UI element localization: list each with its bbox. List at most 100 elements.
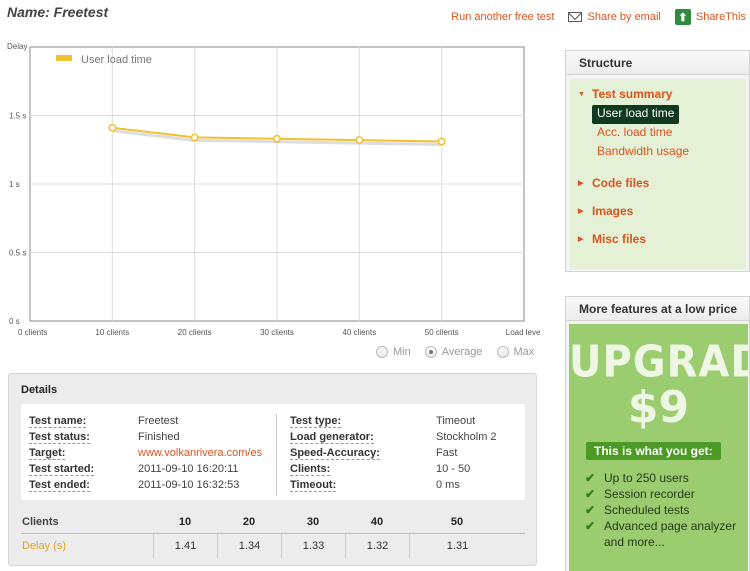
detail-row: Test name: Freetest: [29, 415, 178, 431]
option-max-label: Max: [513, 346, 535, 358]
details-panel: Details Test name: Freetest Test status: F…: [8, 373, 537, 566]
tree-node-label: Misc files: [592, 232, 647, 246]
data-point: [437, 137, 446, 146]
detail-label: Speed-Accuracy:: [290, 447, 380, 460]
legend-label: User load time: [81, 54, 152, 66]
detail-row: Test ended: 2011-09-10 16:32:53: [29, 479, 239, 495]
detail-row: Target: www.volkanrivera.com/es: [29, 447, 262, 463]
structure-panel: Structure ▼ Test summary User load time A…: [565, 50, 750, 272]
x-tick-label: 10 clients: [95, 328, 129, 337]
details-info: Test name: Freetest Test status: Finished …: [21, 404, 525, 500]
table-head-cell: 20: [242, 515, 256, 528]
data-point: [190, 133, 199, 142]
share-icon: ⬆: [674, 9, 691, 25]
feature-list: ✔ Up to 250 users ✔ Session recorder ✔ Sche…: [585, 470, 748, 550]
target-url-link[interactable]: www.volkanrivera.com/es: [138, 447, 264, 460]
detail-label: Test type:: [290, 415, 342, 428]
option-average-label: Average: [441, 346, 483, 358]
option-max[interactable]: Max: [496, 346, 535, 358]
detail-label: Test started:: [29, 463, 95, 476]
what-you-get-badge: This is what you get:: [586, 442, 721, 460]
table-head-label: Clients: [22, 515, 59, 528]
user-load-time-chart: 0 s 0.5 s 1 s 1.5 s Delay 0 clients 10 clients…: [0, 40, 540, 340]
detail-row: Speed-Accuracy: Fast: [290, 447, 457, 463]
table-head-cell: 40: [370, 515, 384, 528]
upgrade-panel-title: More features at a low price: [566, 297, 749, 321]
table-head-cell: 30: [306, 515, 320, 528]
table-cell: 1.41: [153, 534, 217, 558]
tree-leaf-user-load-time[interactable]: User load time: [592, 105, 680, 124]
tree-node-images[interactable]: ▶ Images: [578, 204, 746, 218]
option-average[interactable]: Average: [424, 346, 483, 358]
triangle-right-icon: ▶: [578, 236, 584, 243]
detail-row: Timeout: 0 ms: [290, 479, 460, 495]
table-header-row: Clients 10 20 30 40 50: [21, 510, 525, 534]
tree-node-code-files[interactable]: ▶ Code files: [578, 176, 746, 190]
triangle-right-icon: ▶: [578, 208, 584, 215]
detail-value: Freetest: [138, 415, 179, 427]
x-tick-label: Load level: [506, 328, 540, 337]
detail-row: Test started: 2011-09-10 16:20:11: [29, 463, 239, 479]
x-tick-label: 40 clients: [342, 328, 376, 337]
y-tick-label: 1 s: [9, 180, 20, 189]
data-point: [108, 123, 117, 132]
list-item: ✔ Advanced page analyzer: [585, 518, 748, 534]
details-heading: Details: [21, 384, 58, 396]
y-tick-label: 1.5 s: [9, 112, 26, 121]
details-left-list: Test name: Freetest Test status: Finished …: [29, 415, 262, 495]
detail-row: Clients: 10 - 50: [290, 463, 470, 479]
triangle-down-icon: ▼: [578, 90, 585, 98]
table-cell: 1.34: [217, 534, 281, 558]
triangle-right-icon: ▶: [578, 180, 584, 187]
radio-average[interactable]: [424, 346, 437, 358]
tree-leaf-acc-load-time[interactable]: Acc. load time: [592, 124, 677, 143]
option-min-label: Min: [393, 346, 411, 358]
list-item: ✔ Up to 250 users: [585, 470, 748, 486]
legend-swatch: [56, 55, 72, 61]
list-item: ✔ Scheduled tests: [585, 502, 748, 518]
tree-node-misc-files[interactable]: ▶ Misc files: [578, 232, 746, 246]
structure-title: Structure: [566, 51, 749, 75]
x-tick-label: 0 clients: [18, 328, 47, 337]
data-point: [273, 134, 281, 143]
tree-node-test-summary[interactable]: ▼ Test summary: [578, 87, 746, 101]
table-row: Delay (s) 1.41 1.34 1.33 1.32 1.31: [21, 534, 525, 558]
share-by-email-link[interactable]: Share by email: [568, 11, 661, 23]
list-item: and more...: [585, 534, 748, 550]
structure-tree-area: ▼ Test summary User load time Acc. load t…: [570, 79, 746, 269]
upgrade-word: UPGRADE: [569, 336, 748, 388]
radio-max[interactable]: [496, 346, 509, 358]
feature-label: Scheduled tests: [604, 503, 690, 517]
share-by-email-label: Share by email: [587, 11, 661, 23]
option-min[interactable]: Min: [376, 346, 411, 358]
envelope-icon: [568, 12, 583, 22]
upgrade-banner[interactable]: UPGRADE $9 This is what you get: ✔ Up to …: [569, 324, 748, 571]
y-axis-label: Delay: [7, 42, 27, 51]
tree-node-label: Images: [592, 204, 634, 218]
detail-value: Finished: [138, 431, 180, 443]
radio-min[interactable]: [376, 346, 388, 358]
x-tick-label: 20 clients: [178, 328, 212, 337]
tree-leaf-bandwidth-usage[interactable]: Bandwidth usage: [592, 143, 694, 162]
checkmark-icon: ✔: [585, 519, 596, 533]
table-cell: 1.33: [281, 534, 345, 558]
sharethis-link[interactable]: ⬆ ShareThis: [674, 9, 746, 25]
detail-value: 10 - 50: [436, 463, 471, 475]
detail-row: Test type: Timeout: [290, 415, 475, 431]
sharethis-label: ShareThis: [695, 11, 746, 23]
detail-label: Test ended:: [29, 479, 90, 492]
aggregate-selector: Min Average Max: [376, 346, 534, 358]
detail-label: Target:: [29, 447, 66, 460]
column-divider: [276, 414, 277, 496]
detail-value: Timeout: [436, 415, 476, 427]
checkmark-icon: ✔: [585, 471, 596, 485]
table-row-label: Delay (s): [22, 540, 67, 552]
data-point: [355, 136, 364, 145]
run-another-test-link[interactable]: Run another free test: [451, 11, 554, 23]
checkmark-icon: ✔: [585, 503, 596, 517]
structure-tree: ▼ Test summary User load time Acc. load t…: [570, 79, 746, 246]
detail-label: Test status:: [29, 431, 90, 444]
x-tick-label: 30 clients: [260, 328, 294, 337]
detail-label: Timeout:: [290, 479, 337, 492]
y-tick-label: 0.5 s: [9, 249, 26, 258]
